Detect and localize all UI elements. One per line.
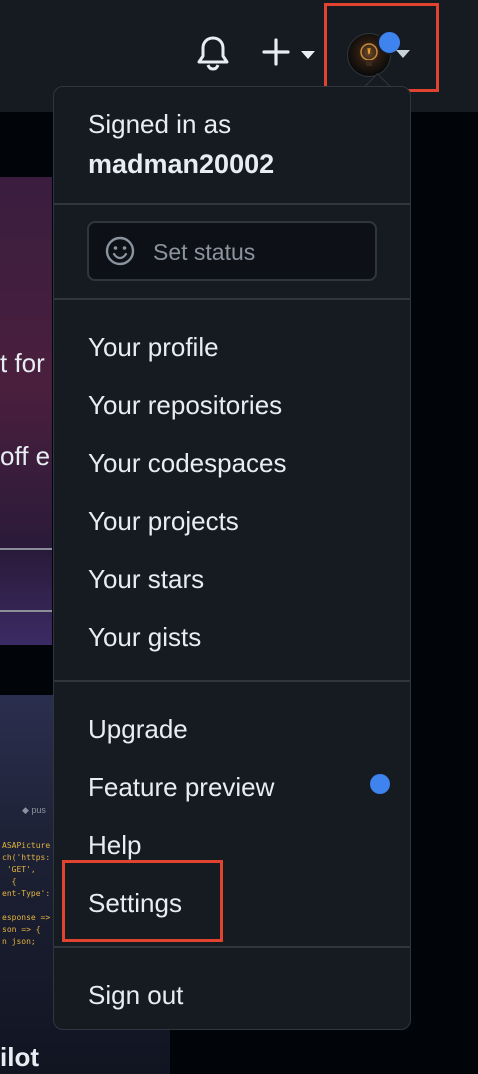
- divider: [54, 298, 410, 300]
- menu-item-your-gists[interactable]: Your gists: [88, 622, 201, 653]
- smiley-icon: [105, 236, 135, 266]
- set-status-button[interactable]: Set status: [87, 221, 377, 281]
- background-text: t for: [0, 348, 45, 378]
- menu-item-your-profile[interactable]: Your profile: [88, 332, 219, 363]
- signed-in-label: Signed in as: [88, 109, 232, 139]
- feature-preview-dot: [370, 774, 390, 794]
- divider: [54, 946, 410, 948]
- menu-item-your-repositories[interactable]: Your repositories: [88, 390, 282, 421]
- code-snippet: ASAPicture ch('https: 'GET', { ent-Type'…: [2, 841, 51, 946]
- background-card: [0, 177, 52, 645]
- divider: [0, 548, 52, 550]
- divider: [54, 203, 410, 205]
- menu-item-your-codespaces[interactable]: Your codespaces: [88, 448, 287, 479]
- divider: [54, 680, 410, 682]
- bell-icon[interactable]: [196, 35, 230, 71]
- menu-item-help[interactable]: Help: [88, 830, 141, 861]
- divider: [0, 610, 52, 612]
- background-text: off e: [0, 441, 51, 471]
- settings-highlight-box: [62, 860, 223, 942]
- background-text: ilot: [0, 1042, 39, 1072]
- username[interactable]: madman20002: [88, 149, 274, 180]
- set-status-label: Set status: [153, 239, 256, 265]
- plus-icon[interactable]: [262, 38, 290, 66]
- menu-item-your-stars[interactable]: Your stars: [88, 564, 204, 595]
- menu-item-upgrade[interactable]: Upgrade: [88, 714, 188, 745]
- menu-item-feature-preview[interactable]: Feature preview: [88, 772, 274, 803]
- menu-item-your-projects[interactable]: Your projects: [88, 506, 239, 537]
- chevron-down-icon[interactable]: [301, 51, 315, 59]
- menu-item-sign-out[interactable]: Sign out: [88, 980, 183, 1011]
- code-tab: ◆ pus: [22, 805, 46, 815]
